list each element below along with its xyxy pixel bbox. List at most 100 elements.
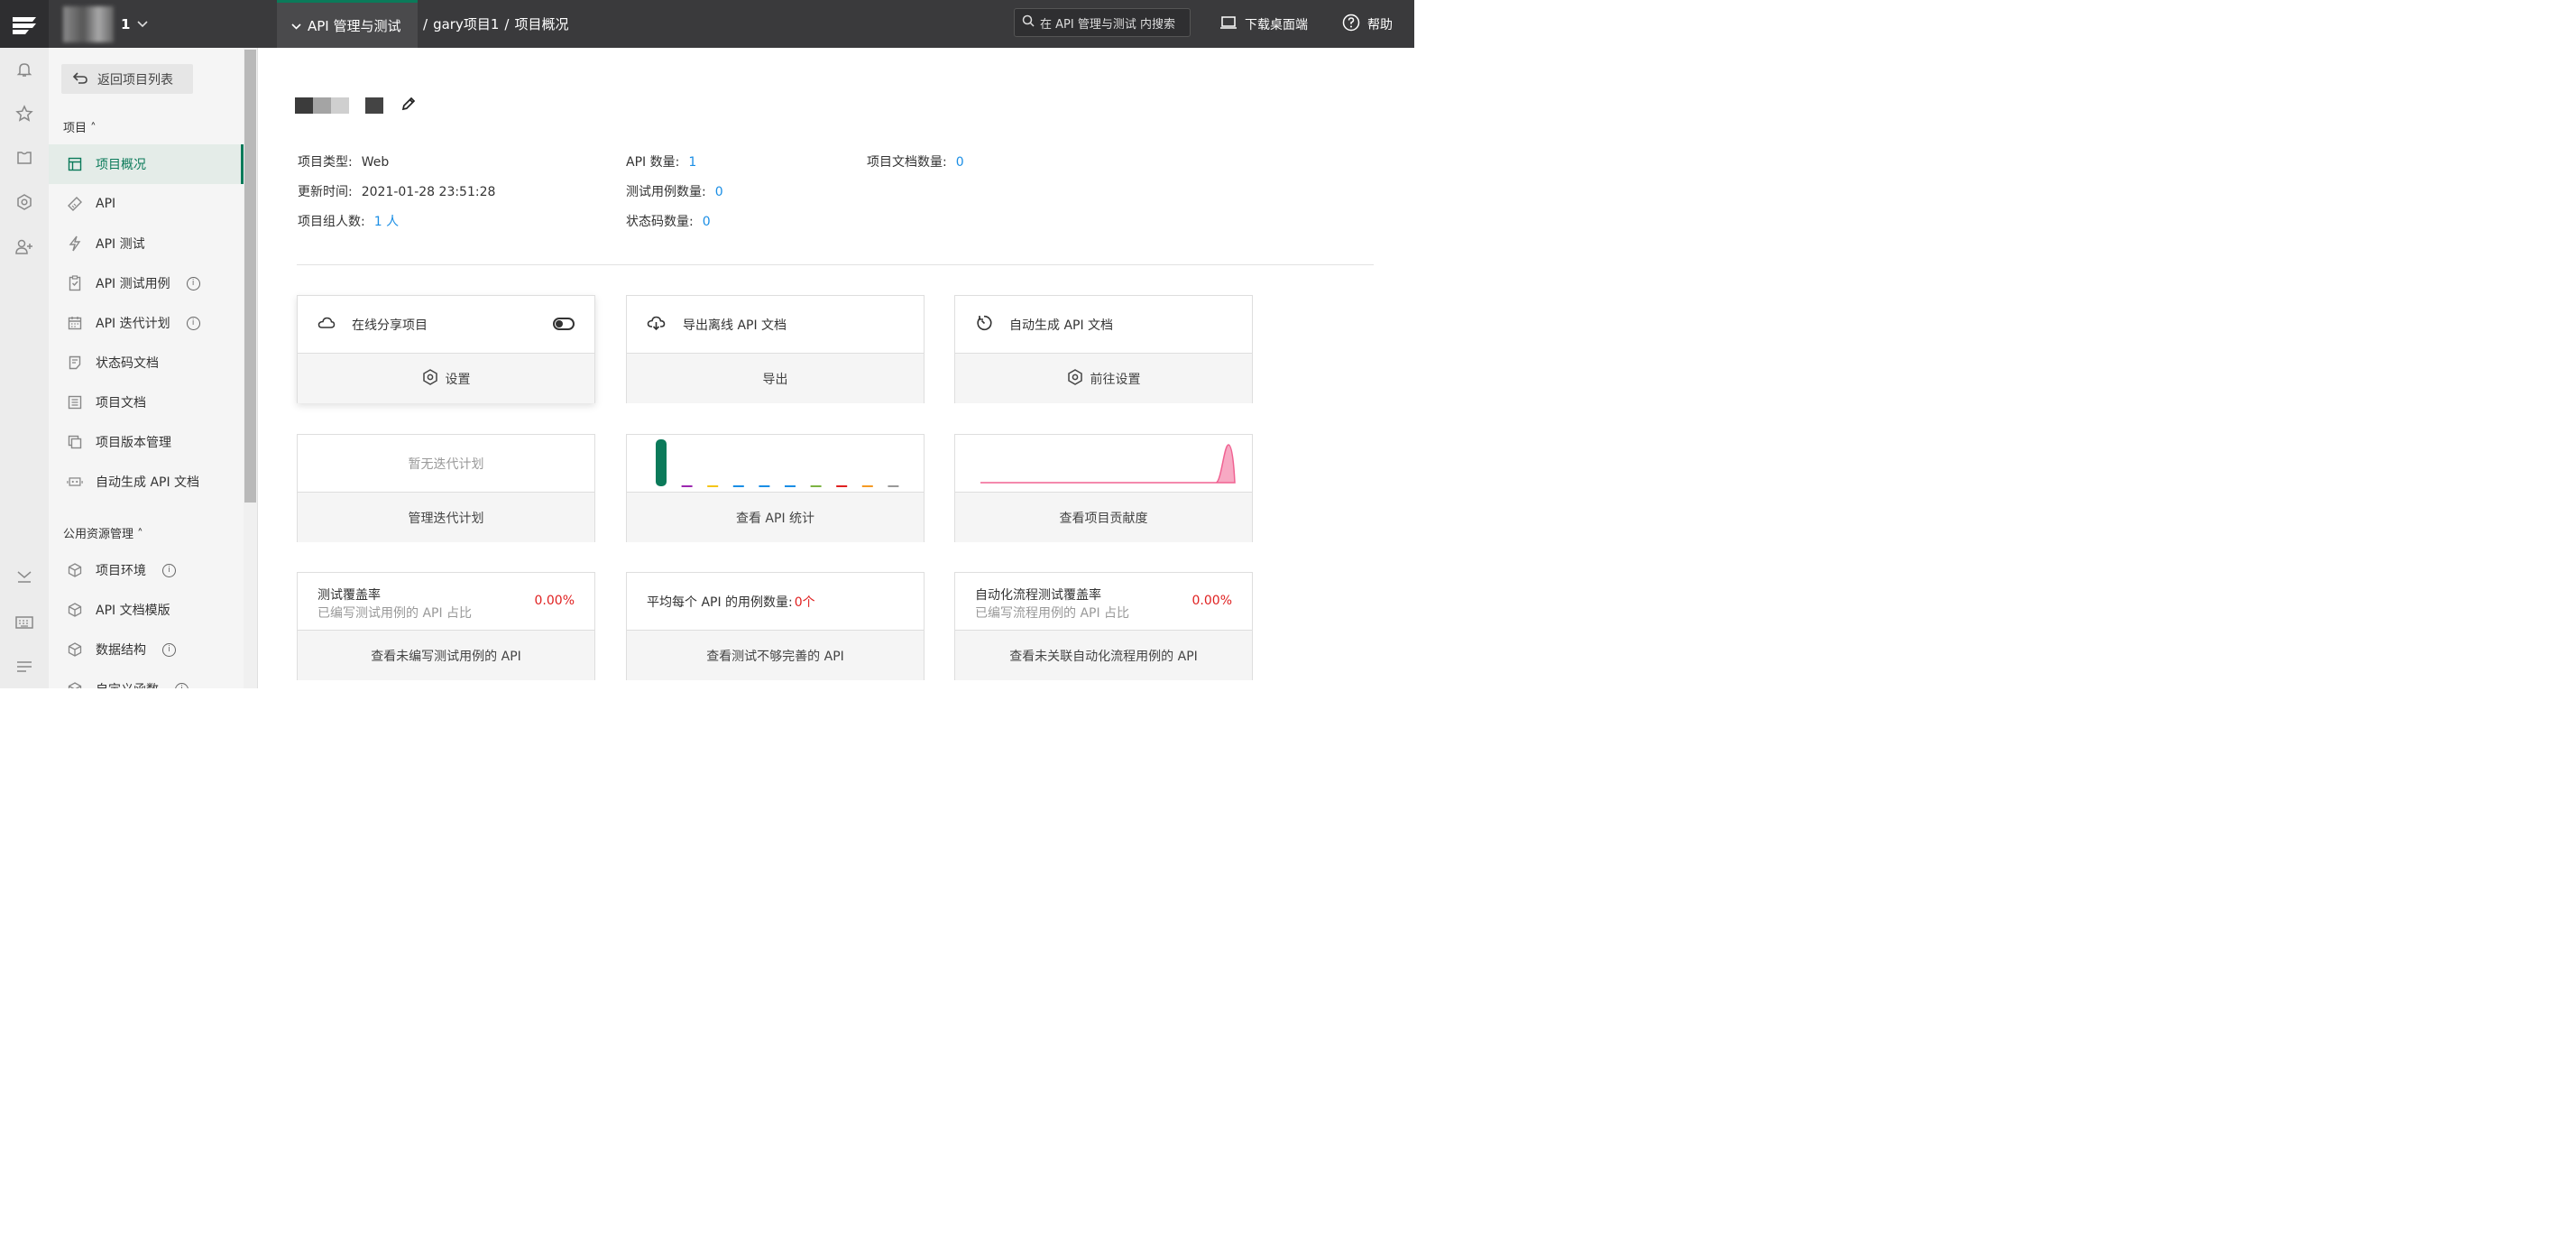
iteration-empty-message: 暂无迭代计划 — [408, 457, 484, 472]
settings-icon[interactable] — [14, 191, 35, 213]
star-icon[interactable] — [14, 103, 35, 124]
project-title — [295, 95, 418, 116]
chevron-up-icon: ˄ — [133, 528, 143, 541]
module-selector[interactable]: API 管理与测试 — [277, 0, 418, 48]
api-icon — [67, 196, 83, 212]
sidebar-item-data-structure[interactable]: 数据结构 i — [49, 630, 244, 669]
sidebar-item-auto-generate-doc[interactable]: 自动生成 API 文档 — [49, 462, 244, 502]
info-icon[interactable]: i — [186, 316, 200, 330]
sidebar-item-api-test-cases[interactable]: API 测试用例 i — [49, 263, 244, 303]
autogen-settings-button[interactable]: 前往设置 — [955, 354, 1252, 403]
chevron-down-icon — [291, 17, 301, 33]
view-unlinked-flow-api-button[interactable]: 查看未关联自动化流程用例的 API — [955, 631, 1252, 680]
card-subtitle: 已编写测试用例的 API 占比 — [317, 606, 473, 621]
project-group-toggle[interactable]: 项目 ˄ — [63, 118, 97, 135]
status-code-count-link[interactable]: 0 — [703, 215, 711, 229]
project-name: 1 — [121, 15, 131, 32]
version-icon — [67, 434, 83, 450]
export-doc-card: 导出离线 API 文档 导出 — [626, 295, 925, 403]
back-to-project-list-button[interactable]: 返回项目列表 — [61, 64, 193, 94]
api-count-link[interactable]: 1 — [688, 155, 696, 170]
project-avatar — [63, 5, 114, 42]
cube-icon — [67, 681, 83, 688]
sidebar-item-api-test[interactable]: API 测试 — [49, 224, 244, 263]
project-switcher[interactable]: 1 — [63, 0, 149, 48]
sidebar-item-api-iteration[interactable]: API 迭代计划 i — [49, 303, 244, 343]
sidebar-item-label: API 迭代计划 — [96, 317, 170, 331]
inbox-icon[interactable] — [14, 567, 35, 588]
info-icon[interactable]: i — [175, 682, 189, 688]
share-settings-button[interactable]: 设置 — [298, 354, 594, 403]
info-icon[interactable]: i — [162, 563, 176, 577]
edit-icon[interactable] — [400, 95, 418, 116]
flow-coverage-card: 自动化流程测试覆盖率 已编写流程用例的 API 占比 0.00% 查看未关联自动… — [954, 572, 1253, 680]
manage-iteration-button[interactable]: 管理迭代计划 — [298, 493, 594, 542]
iteration-plan-card: 暂无迭代计划 管理迭代计划 — [297, 434, 595, 542]
download-desktop-button[interactable]: 下载桌面端 — [1219, 0, 1308, 48]
export-button[interactable]: 导出 — [627, 354, 924, 403]
gear-icon — [422, 368, 438, 389]
card-title: 测试覆盖率 — [317, 588, 381, 603]
sidebar-item-custom-function[interactable]: 自定义函数 i — [49, 669, 244, 688]
breadcrumb-project[interactable]: gary项目1 — [433, 14, 499, 33]
info-icon[interactable]: i — [162, 642, 176, 657]
card-title: 导出离线 API 文档 — [683, 318, 787, 333]
view-contribution-button[interactable]: 查看项目贡献度 — [955, 493, 1252, 542]
sidebar-item-version-management[interactable]: 项目版本管理 — [49, 422, 244, 462]
info-icon[interactable]: i — [186, 276, 200, 290]
updated-time: 更新时间: 2021-01-28 23:51:28 — [298, 185, 496, 199]
sidebar-item-label: API 测试用例 — [96, 277, 170, 291]
module-label: API 管理与测试 — [308, 17, 401, 34]
sidebar-item-label: 状态码文档 — [96, 356, 159, 371]
shirt-icon[interactable] — [14, 147, 35, 169]
sidebar-item-status-code-doc[interactable]: 状态码文档 — [49, 343, 244, 383]
view-untested-api-button[interactable]: 查看未编写测试用例的 API — [298, 631, 594, 680]
test-case-count-link[interactable]: 0 — [715, 185, 723, 199]
doc-count-link[interactable]: 0 — [956, 155, 964, 170]
coverage-value: 0.00% — [1191, 594, 1232, 608]
api-stats-card: 查看 API 统计 — [626, 434, 925, 542]
menu-icon[interactable] — [14, 656, 35, 678]
overview-icon — [67, 156, 83, 172]
help-button[interactable]: 帮助 — [1342, 0, 1393, 48]
sidebar-item-overview[interactable]: 项目概况 — [49, 144, 244, 184]
sidebar-scrollbar[interactable] — [244, 48, 258, 688]
search-input[interactable]: 在 API 管理与测试 内搜索 — [1014, 8, 1191, 37]
sidebar-item-label: API 测试 — [96, 237, 145, 252]
search-icon — [1022, 14, 1035, 31]
timer-icon — [975, 314, 993, 336]
help-label: 帮助 — [1367, 17, 1393, 32]
test-case-count: 测试用例数量: 0 — [626, 185, 723, 199]
auto-generate-doc-card: 自动生成 API 文档 前往设置 — [954, 295, 1253, 403]
keyboard-icon[interactable] — [14, 612, 35, 633]
view-api-stats-button[interactable]: 查看 API 统计 — [627, 493, 924, 542]
cube-icon — [67, 602, 83, 618]
sidebar-item-doc-template[interactable]: API 文档模版 — [49, 590, 244, 630]
back-arrow-icon — [72, 71, 88, 88]
share-toggle[interactable] — [553, 318, 575, 330]
cloud-download-icon — [647, 315, 667, 335]
avg-cases-card: 平均每个 API 的用例数量: 0个 查看测试不够完善的 API — [626, 572, 925, 680]
view-incomplete-api-button[interactable]: 查看测试不够完善的 API — [627, 631, 924, 680]
card-subtitle: 已编写流程用例的 API 占比 — [975, 606, 1130, 621]
laptop-icon — [1219, 15, 1237, 33]
scrollbar-thumb[interactable] — [244, 50, 256, 503]
gear-icon — [1067, 368, 1083, 389]
contribution-card: 查看项目贡献度 — [954, 434, 1253, 542]
contribution-area — [980, 444, 1236, 484]
top-bar: 1 API 管理与测试 / gary项目1 / 项目概况 在 API 管理与测试… — [0, 0, 1414, 48]
sidebar-item-api[interactable]: API — [49, 184, 244, 224]
member-count-link[interactable]: 1 人 — [374, 215, 399, 229]
sidebar-item-label: 自定义函数 — [96, 680, 159, 688]
cloud-icon — [317, 316, 336, 334]
cube-icon — [67, 641, 83, 658]
bell-icon[interactable] — [14, 59, 35, 80]
sidebar-item-project-doc[interactable]: 项目文档 — [49, 383, 244, 422]
back-label: 返回项目列表 — [97, 72, 173, 88]
logo-icon[interactable] — [0, 0, 49, 48]
add-user-icon[interactable] — [14, 236, 35, 258]
public-group-toggle[interactable]: 公用资源管理 ˄ — [63, 524, 143, 541]
chevron-down-icon — [137, 17, 149, 32]
download-label: 下载桌面端 — [1245, 17, 1308, 32]
sidebar-item-project-env[interactable]: 项目环境 i — [49, 550, 244, 590]
